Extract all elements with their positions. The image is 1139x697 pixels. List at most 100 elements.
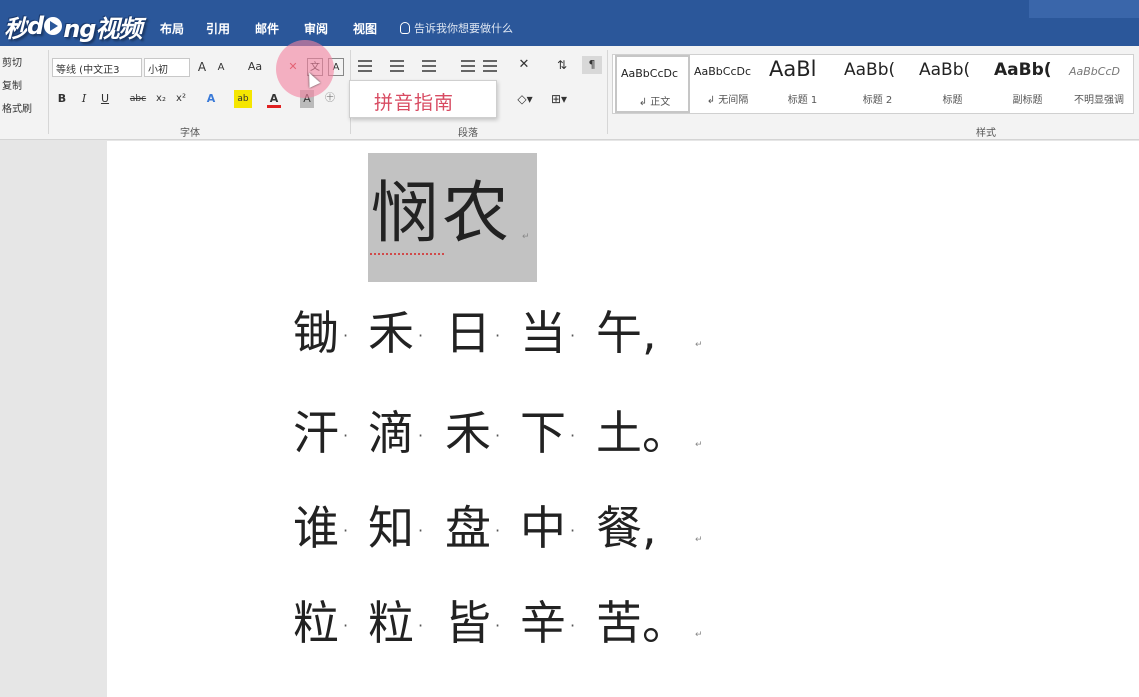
space-mark: · [343, 616, 349, 635]
poem-char[interactable]: 谁 [293, 505, 339, 551]
decrease-indent-icon[interactable] [461, 60, 475, 72]
format-painter-button[interactable]: 格式刷 [2, 100, 32, 115]
watermark-logo: 秒 d ng视频 [4, 8, 142, 44]
document-margin-area [0, 141, 106, 697]
space-mark: · [343, 326, 349, 345]
font-size-select[interactable]: 小初 [144, 58, 190, 77]
poem-char[interactable]: 午, [596, 310, 657, 356]
tab-references[interactable]: 引用 [206, 20, 230, 37]
poem-char[interactable]: 禾 [368, 310, 414, 356]
group-divider [48, 50, 49, 134]
watermark-text: 秒 [4, 14, 28, 43]
style-sample: AaBb( [919, 60, 971, 80]
tooltip: 拼音指南 [349, 80, 497, 118]
style-sample: AaBb( [994, 60, 1052, 80]
poem-char[interactable]: 餐, [596, 505, 657, 551]
space-mark: · [418, 616, 424, 635]
style-normal[interactable]: AaBbCcDc ↲ 正文 [615, 55, 690, 113]
cut-button[interactable]: 剪切 [2, 54, 22, 69]
document-title[interactable]: 悯农 [371, 180, 513, 247]
space-mark: · [570, 521, 576, 540]
paragraph-mark: ↵ [695, 630, 703, 640]
enclose-char-icon[interactable]: ㊉ [323, 90, 337, 108]
poem-char[interactable]: 粒 [368, 600, 414, 646]
space-mark: · [495, 326, 501, 345]
strikethrough-button[interactable]: abc [128, 90, 148, 108]
poem-char[interactable]: 禾 [445, 410, 491, 456]
poem-char[interactable]: 盘 [445, 505, 491, 551]
style-no-spacing[interactable]: AaBbCcDc ↲ 无间隔 [690, 55, 765, 113]
style-subtitle[interactable]: AaBb( 副标题 [990, 55, 1065, 113]
poem-char[interactable]: 辛 [520, 600, 566, 646]
poem-char[interactable]: 当 [520, 310, 566, 356]
styles-group-label: 样式 [976, 128, 996, 139]
lightbulb-icon [400, 22, 410, 34]
tab-mailings[interactable]: 邮件 [255, 20, 279, 37]
space-mark: · [570, 426, 576, 445]
poem-char[interactable]: 滴 [368, 410, 414, 456]
bold-button[interactable]: B [56, 90, 68, 108]
paragraph-mark: ↵ [695, 440, 703, 450]
style-heading-1[interactable]: AaBl 标题 1 [765, 55, 840, 113]
poem-char[interactable]: 粒 [293, 600, 339, 646]
tell-me-box[interactable]: 告诉我你想要做什么 [400, 20, 513, 36]
copy-button[interactable]: 复制 [2, 77, 22, 92]
underline-button[interactable]: U [99, 90, 111, 108]
style-name: 标题 1 [787, 95, 818, 106]
italic-button[interactable]: I [78, 90, 90, 108]
numbering-icon[interactable] [390, 60, 404, 72]
space-mark: · [495, 426, 501, 445]
highlight-color-icon[interactable]: ab [234, 90, 252, 108]
font-family-select[interactable]: 等线 (中文正3 [52, 58, 142, 77]
tab-review[interactable]: 审阅 [304, 20, 328, 37]
font-color-button[interactable]: A [267, 90, 281, 108]
poem-char[interactable]: 土。 [596, 410, 688, 456]
multilevel-list-icon[interactable] [422, 60, 436, 72]
poem-char[interactable]: 锄 [293, 310, 339, 356]
style-title[interactable]: AaBb( 标题 [915, 55, 990, 113]
space-mark: · [495, 616, 501, 635]
space-mark: · [418, 326, 424, 345]
sort-icon[interactable]: ⇅ [553, 56, 571, 74]
poem-char[interactable]: 苦。 [596, 600, 688, 646]
chinese-layout-icon[interactable]: ✕ [515, 56, 533, 74]
grow-font-button[interactable]: A [195, 58, 209, 76]
style-name: 副标题 [1012, 95, 1043, 106]
subscript-button[interactable]: x₂ [153, 90, 169, 108]
show-marks-icon[interactable]: ¶ [582, 56, 602, 74]
space-mark: · [570, 326, 576, 345]
poem-char[interactable]: 皆 [445, 600, 491, 646]
paragraph-mark: ↵ [522, 232, 530, 242]
style-name: 标题 2 [862, 95, 893, 106]
style-subtle-emphasis[interactable]: AaBbCcD 不明显强调 [1065, 55, 1133, 113]
word-window: { "watermark": { "text_left": "秒", "text… [0, 0, 1139, 697]
style-sample: AaBbCcDc [621, 67, 679, 80]
cursor-highlight [276, 40, 334, 98]
style-heading-2[interactable]: AaBb( 标题 2 [840, 55, 915, 113]
shading-icon[interactable]: ◇▾ [512, 90, 538, 108]
space-mark: · [343, 426, 349, 445]
shrink-font-button[interactable]: A [215, 59, 227, 77]
bullets-icon[interactable] [358, 60, 372, 72]
style-sample: AaBl [769, 57, 817, 81]
poem-char[interactable]: 下 [520, 410, 566, 456]
change-case-button[interactable]: Aa [244, 58, 266, 76]
borders-icon[interactable]: ⊞▾ [546, 90, 572, 108]
ribbon: 剪切 复制 格式刷 等线 (中文正3 小初 A A Aa ✕ 文 A B I U… [0, 46, 1139, 140]
font-group-label: 字体 [180, 128, 200, 139]
poem-char[interactable]: 日 [445, 310, 491, 356]
space-mark: · [495, 521, 501, 540]
paragraph-mark: ↵ [695, 340, 703, 350]
poem-char[interactable]: 汗 [293, 410, 339, 456]
styles-gallery[interactable]: AaBbCcDc ↲ 正文 AaBbCcDc ↲ 无间隔 AaBl 标题 1 A… [612, 54, 1134, 114]
tooltip-text: 拼音指南 [374, 92, 455, 114]
poem-char[interactable]: 知 [368, 505, 414, 551]
superscript-button[interactable]: x² [173, 90, 189, 108]
style-sample: AaBbCcD [1069, 65, 1120, 78]
tab-layout[interactable]: 布局 [160, 20, 184, 37]
tab-view[interactable]: 视图 [353, 20, 377, 37]
increase-indent-icon[interactable] [483, 60, 497, 72]
poem-char[interactable]: 中 [520, 505, 566, 551]
window-controls-area [1029, 0, 1139, 18]
text-effects-button[interactable]: A [204, 90, 218, 108]
